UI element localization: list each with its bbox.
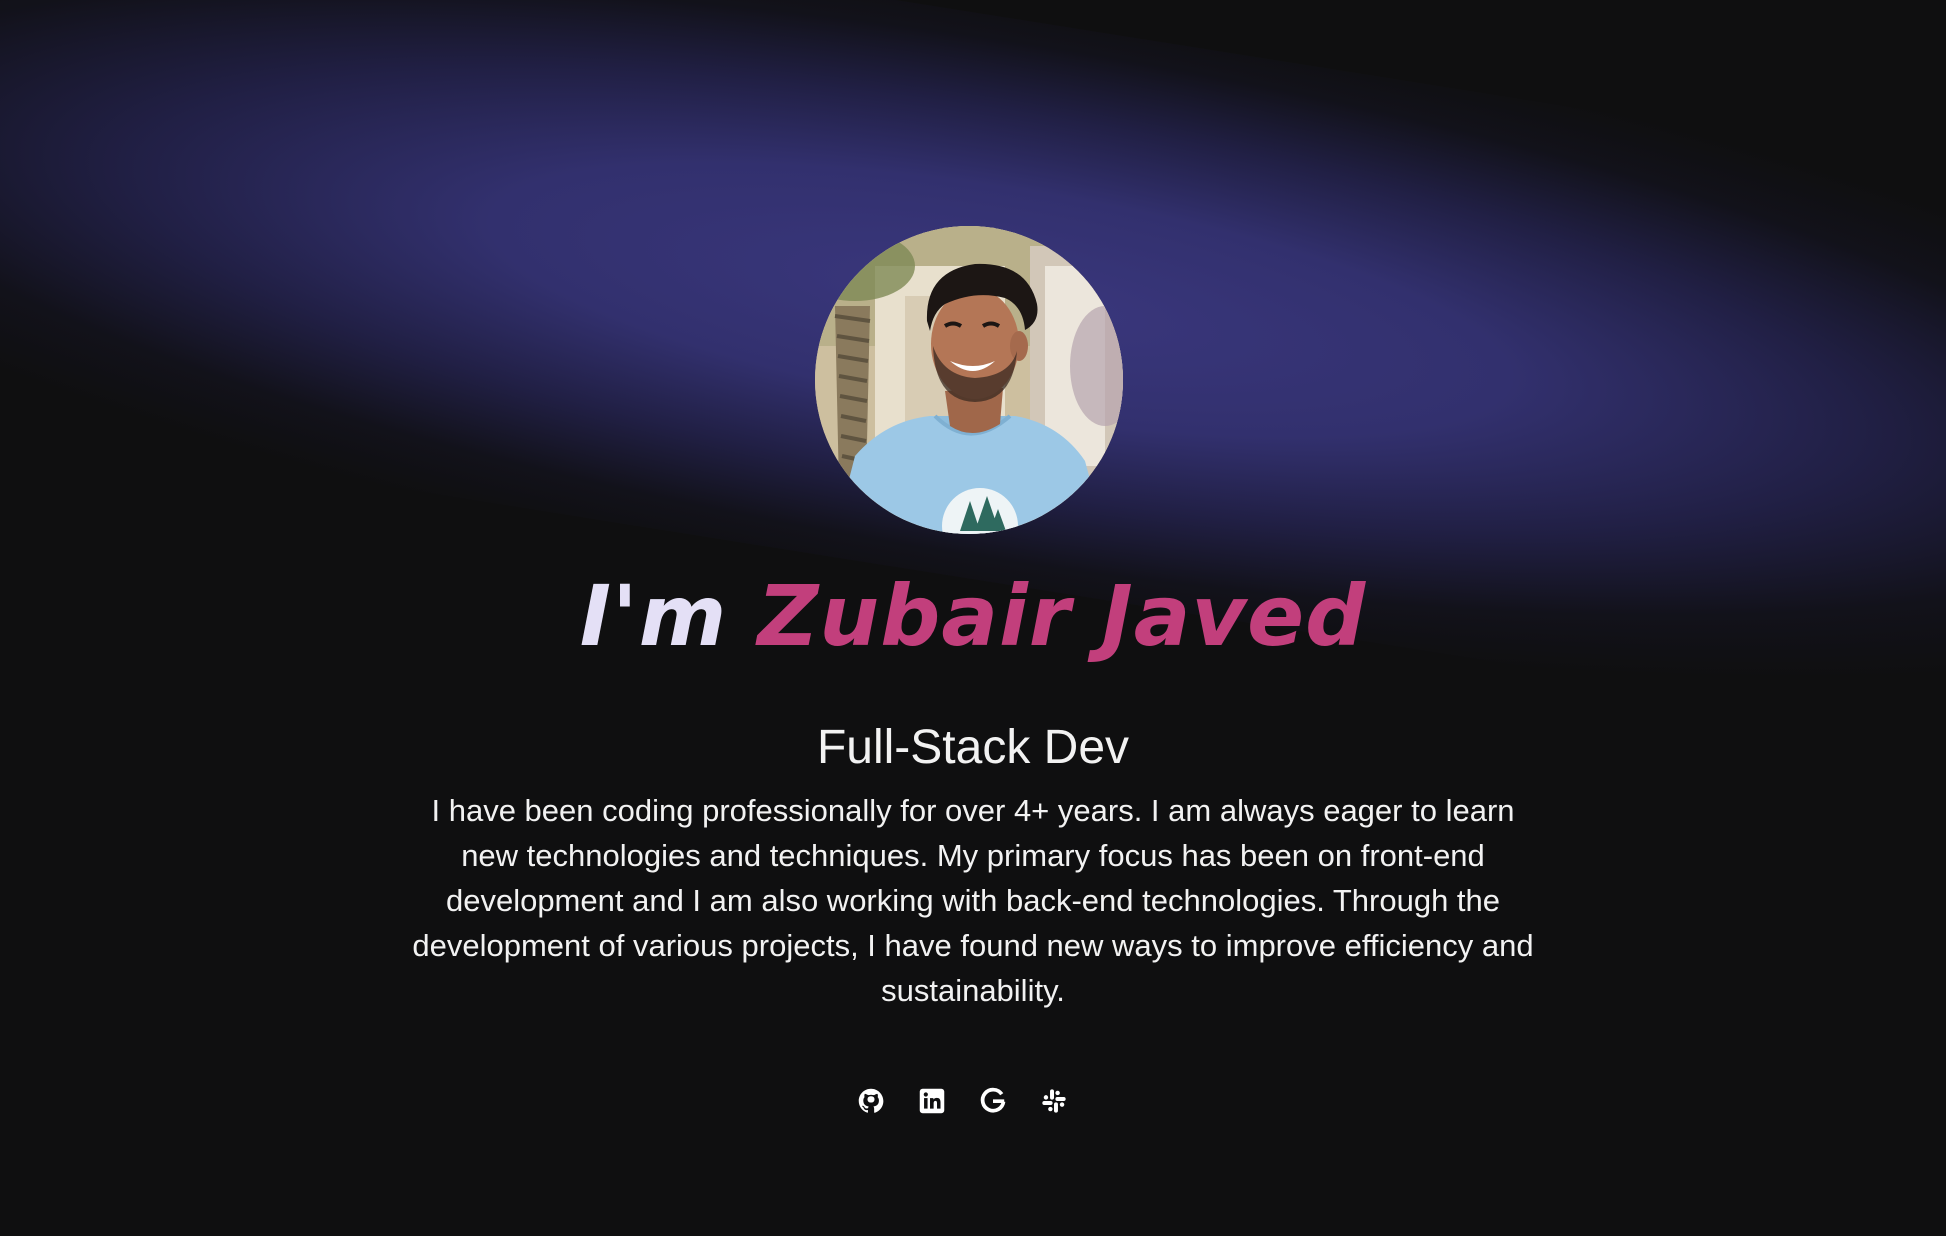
linkedin-link[interactable] — [916, 1085, 948, 1117]
social-links — [855, 1085, 1070, 1117]
hero-section: I'm Zubair Javed Full-Stack Dev I have b… — [0, 0, 1946, 1236]
heading-intro: I'm — [579, 567, 728, 665]
heading-name: Zubair Javed — [757, 567, 1367, 665]
google-link[interactable] — [977, 1085, 1009, 1117]
google-icon — [980, 1087, 1006, 1113]
linkedin-icon — [919, 1088, 945, 1114]
slack-link[interactable] — [1038, 1085, 1070, 1117]
bio-paragraph: I have been coding professionally for ov… — [412, 793, 1534, 1008]
hero-heading: I'm Zubair Javed — [0, 566, 1946, 666]
slack-icon — [1042, 1089, 1066, 1113]
profile-photo — [815, 226, 1123, 534]
github-link[interactable] — [855, 1085, 887, 1117]
github-icon — [858, 1088, 884, 1113]
role-title: Full-Stack Dev — [816, 721, 1130, 774]
